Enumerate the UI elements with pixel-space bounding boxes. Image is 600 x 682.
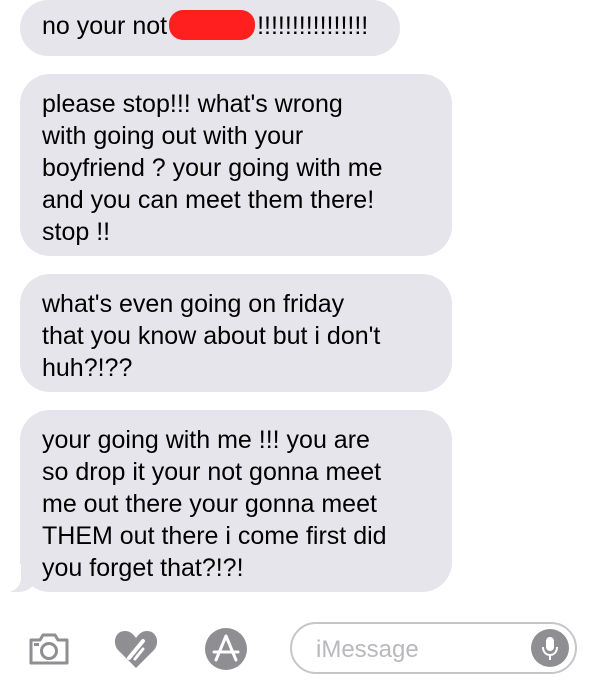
received-message-bubble[interactable]: your going with me !!! you are so drop i… bbox=[3, 410, 452, 592]
camera-icon[interactable] bbox=[26, 626, 72, 672]
digital-touch-heart-icon[interactable] bbox=[113, 626, 159, 672]
app-store-icon[interactable] bbox=[203, 626, 249, 672]
message-text: what's even going on friday that you kno… bbox=[42, 290, 381, 382]
received-message-bubble[interactable]: please stop!!! what's wrong with going o… bbox=[20, 74, 452, 256]
imessage-placeholder: iMessage bbox=[316, 636, 419, 663]
received-message-bubble[interactable]: no your not!!!!!!!!!!!!!!!! bbox=[20, 0, 400, 56]
message-text-start: no your not bbox=[42, 12, 168, 40]
redaction-mark bbox=[169, 10, 256, 40]
message-text: please stop!!! what's wrong with going o… bbox=[42, 90, 383, 246]
microphone-icon[interactable] bbox=[531, 629, 569, 667]
received-message-bubble[interactable]: what's even going on friday that you kno… bbox=[20, 274, 452, 392]
imessage-input[interactable]: iMessage bbox=[290, 622, 577, 674]
compose-toolbar: iMessage bbox=[0, 610, 600, 682]
message-text-end: !!!!!!!!!!!!!!!! bbox=[257, 12, 369, 40]
message-thread: no your not!!!!!!!!!!!!!!!! please stop!… bbox=[0, 0, 600, 610]
message-text: your going with me !!! you are so drop i… bbox=[42, 426, 387, 582]
bubble-tail bbox=[3, 564, 37, 592]
